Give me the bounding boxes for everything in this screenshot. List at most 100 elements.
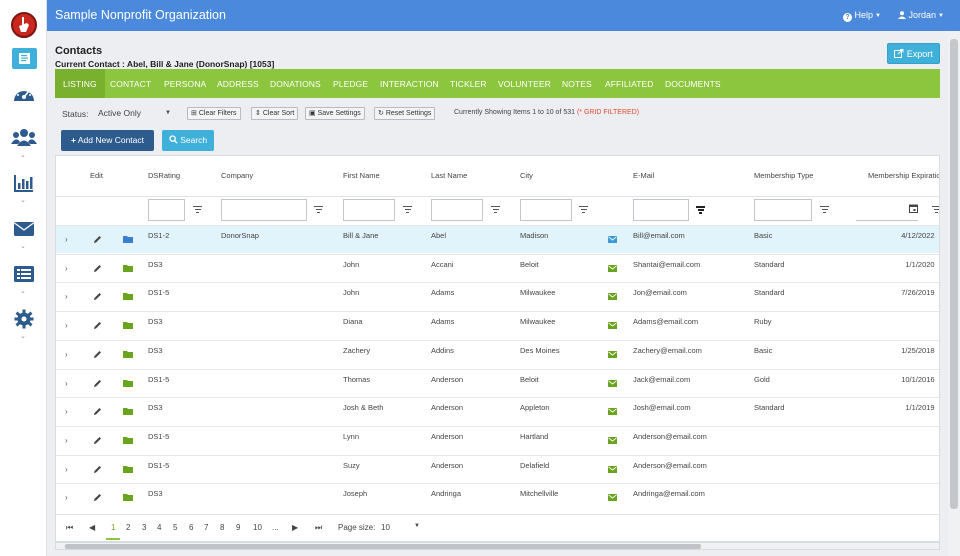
- page-number[interactable]: 9: [236, 523, 240, 532]
- folder-icon[interactable]: [123, 465, 133, 473]
- table-row[interactable]: › DS3 Josh & Beth Anderson Appleton Josh@emai…: [56, 397, 939, 425]
- horizontal-scroll-thumb[interactable]: [65, 544, 701, 549]
- filter-input-dsrating[interactable]: [148, 199, 185, 221]
- users-icon[interactable]: [11, 127, 37, 149]
- page-number[interactable]: 3: [142, 523, 146, 532]
- cell-email[interactable]: Zachery@email.com: [633, 346, 702, 355]
- tab-listing[interactable]: LISTING: [55, 69, 105, 98]
- envelope-icon[interactable]: [11, 218, 37, 240]
- folder-icon[interactable]: [123, 292, 133, 301]
- edit-pencil-icon[interactable]: [93, 321, 102, 330]
- cell-email[interactable]: Anderson@email.com: [633, 432, 707, 441]
- expand-row-icon[interactable]: ›: [65, 321, 68, 330]
- filter-input-membership-type[interactable]: [754, 199, 812, 221]
- filter-active-icon[interactable]: [696, 206, 705, 214]
- column-header-email[interactable]: E-Mail: [633, 171, 654, 180]
- edit-pencil-icon[interactable]: [93, 493, 102, 502]
- column-header-membership-type[interactable]: Membership Type: [754, 171, 813, 180]
- calendar-icon[interactable]: [909, 204, 918, 215]
- clear-filters-button[interactable]: ⊞ Clear Filters: [187, 107, 241, 120]
- email-icon[interactable]: [608, 494, 617, 502]
- edit-pencil-icon[interactable]: [93, 350, 102, 359]
- filter-input-last-name[interactable]: [431, 199, 483, 221]
- expand-row-icon[interactable]: ›: [65, 350, 68, 359]
- next-page-icon[interactable]: ▶: [292, 523, 298, 532]
- tab-contact[interactable]: CONTACT: [110, 79, 151, 89]
- cell-email[interactable]: Bill@email.com: [633, 231, 685, 240]
- table-row[interactable]: › DS1-5 Thomas Anderson Beloit Jack@email.com…: [56, 368, 939, 397]
- page-number[interactable]: 8: [220, 523, 224, 532]
- column-header-membership-expiration[interactable]: Membership Expiration: [868, 171, 939, 180]
- table-row[interactable]: › DS3 Zachery Addins Des Moines Zachery@email…: [56, 339, 939, 368]
- cell-email[interactable]: Andringa@email.com: [633, 489, 705, 498]
- expand-row-icon[interactable]: ›: [65, 436, 68, 445]
- tab-interaction[interactable]: INTERACTION: [380, 79, 439, 89]
- page-number[interactable]: 5: [173, 523, 177, 532]
- filter-icon[interactable]: [314, 206, 323, 214]
- cell-email[interactable]: Shantai@email.com: [633, 260, 700, 269]
- filter-input-city[interactable]: [520, 199, 572, 221]
- search-button[interactable]: Search: [162, 130, 214, 151]
- expand-row-icon[interactable]: ›: [65, 379, 68, 388]
- gear-icon[interactable]: [11, 308, 37, 330]
- filter-icon[interactable]: [579, 206, 588, 214]
- vertical-scrollbar[interactable]: [948, 31, 960, 556]
- page-number[interactable]: 7: [204, 523, 208, 532]
- filter-icon[interactable]: [820, 206, 829, 214]
- table-row[interactable]: › DS3 John Accani Beloit Shantai@email.com Sta…: [56, 253, 939, 282]
- table-row[interactable]: › DS3 Joseph Andringa Mitchellville Andringa@…: [56, 483, 939, 511]
- expand-row-icon[interactable]: ›: [65, 292, 68, 301]
- cell-email[interactable]: Jack@email.com: [633, 375, 690, 384]
- edit-pencil-icon[interactable]: [93, 292, 102, 301]
- edit-pencil-icon[interactable]: [93, 465, 102, 474]
- tab-documents[interactable]: DOCUMENTS: [665, 79, 721, 89]
- chevron-down-icon[interactable]: ⌄: [20, 242, 26, 250]
- edit-pencil-icon[interactable]: [93, 407, 102, 416]
- chevron-down-icon[interactable]: ⌄: [20, 151, 26, 159]
- page-number[interactable]: 1: [111, 523, 115, 532]
- add-new-contact-button[interactable]: + Add New Contact: [61, 130, 154, 151]
- email-icon[interactable]: [608, 379, 617, 387]
- folder-icon[interactable]: [123, 436, 133, 444]
- email-icon[interactable]: [608, 293, 617, 301]
- email-icon[interactable]: [608, 465, 617, 473]
- folder-icon[interactable]: [123, 264, 133, 272]
- email-icon[interactable]: [608, 350, 617, 358]
- column-header-dsrating[interactable]: DSRating: [148, 171, 180, 180]
- folder-icon[interactable]: [123, 379, 133, 387]
- folder-icon[interactable]: [123, 235, 133, 243]
- cell-email[interactable]: Adams@email.com: [633, 317, 698, 326]
- tab-tickler[interactable]: TICKLER: [450, 79, 487, 89]
- edit-pencil-icon[interactable]: [93, 379, 102, 388]
- chevron-down-icon[interactable]: ⌄: [20, 287, 26, 295]
- column-header-company[interactable]: Company: [221, 171, 253, 180]
- listing-nav-icon[interactable]: [12, 48, 37, 69]
- folder-icon[interactable]: [123, 493, 133, 502]
- expand-row-icon[interactable]: ›: [65, 465, 68, 474]
- edit-pencil-icon[interactable]: [93, 264, 102, 273]
- expand-row-icon[interactable]: ›: [65, 493, 68, 502]
- status-select[interactable]: Active Only ▼: [95, 105, 175, 121]
- email-icon[interactable]: [608, 408, 617, 416]
- email-icon[interactable]: [608, 236, 617, 243]
- table-row[interactable]: › DS1-5 Suzy Anderson Delafield Anderson@emai…: [56, 454, 939, 483]
- cell-email[interactable]: Josh@email.com: [633, 403, 691, 412]
- chevron-down-icon[interactable]: ⌄: [20, 332, 26, 340]
- bar-chart-icon[interactable]: [11, 172, 37, 194]
- column-header-city[interactable]: City: [520, 171, 533, 180]
- page-number[interactable]: ...: [272, 523, 279, 532]
- page-number[interactable]: 2: [126, 523, 130, 532]
- table-row[interactable]: › DS1-2 DonorSnap Bill & Jane Abel Madison Bil…: [56, 225, 939, 253]
- filter-input-first-name[interactable]: [343, 199, 395, 221]
- email-icon[interactable]: [608, 322, 617, 330]
- page-number[interactable]: 10: [253, 523, 262, 532]
- table-row[interactable]: › DS3 Diana Adams Milwaukee Adams@email.com Ru…: [56, 311, 939, 339]
- folder-icon[interactable]: [123, 350, 133, 358]
- filter-icon[interactable]: [932, 206, 939, 214]
- chevron-down-icon[interactable]: ⌄: [20, 196, 26, 204]
- tab-notes[interactable]: NOTES: [562, 79, 592, 89]
- tab-address[interactable]: ADDRESS: [217, 79, 259, 89]
- vertical-scroll-thumb[interactable]: [950, 39, 958, 509]
- column-header-first-name[interactable]: First Name: [343, 171, 380, 180]
- table-row[interactable]: › DS1-5 Lynn Anderson Hartland Anderson@email…: [56, 425, 939, 454]
